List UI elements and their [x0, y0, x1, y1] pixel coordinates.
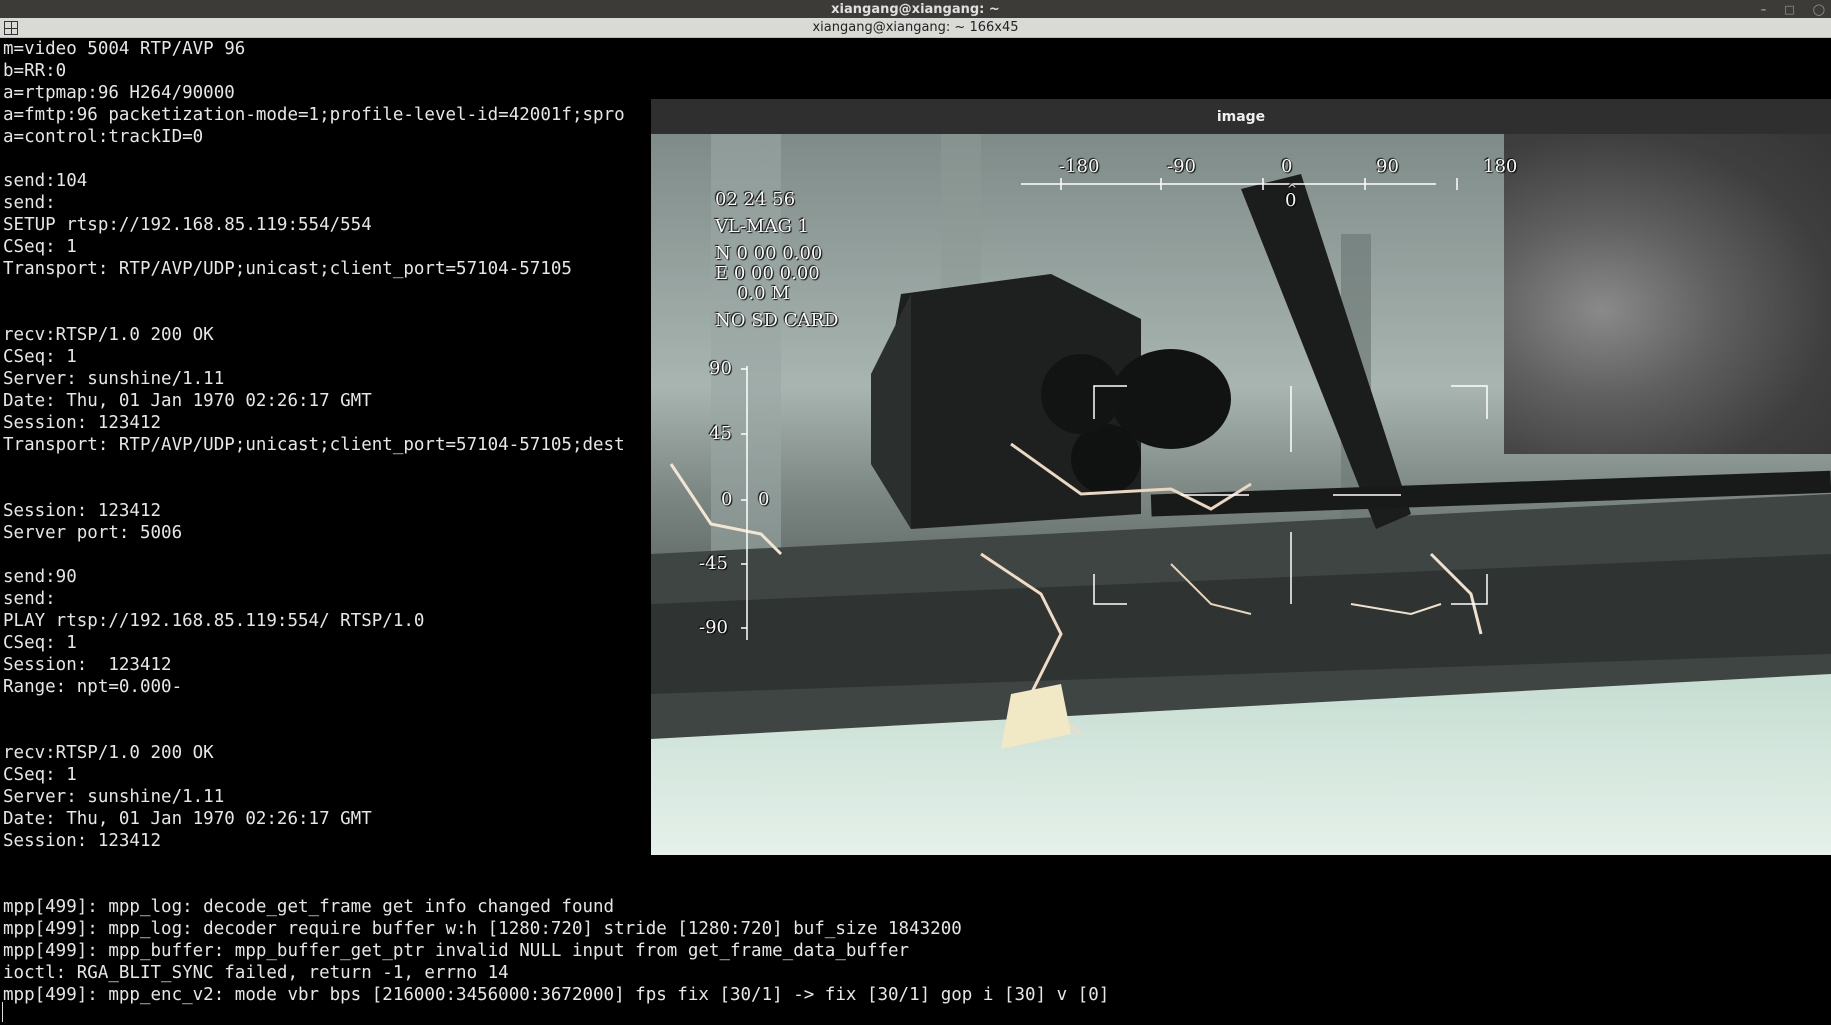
maximize-icon[interactable]: □ — [1784, 3, 1794, 16]
terminal-title-bar: xiangang@xiangang: ~ – □ ◯ — [0, 0, 1831, 18]
pitch-label-45: 45 — [709, 423, 732, 444]
terminal-line: mpp[499]: mpp_log: decoder require buffe… — [3, 919, 962, 939]
heading-value: 0 — [1285, 190, 1297, 211]
heading-label-m90: -90 — [1167, 156, 1196, 177]
terminal-window-title: xiangang@xiangang: ~ — [831, 1, 1000, 17]
osd-graphics — [741, 178, 1488, 640]
osd-north: N 0 00 0.00 — [715, 243, 823, 264]
new-tab-icon[interactable] — [4, 21, 18, 35]
terminal-line: mpp[499]: mpp_log: decode_get_frame get … — [3, 897, 615, 917]
osd-altitude: 0.0 M — [737, 283, 790, 304]
osd-east: E 0 00 0.00 — [715, 263, 820, 284]
pitch-label-0: 0 — [721, 489, 733, 510]
heading-label-180: 180 — [1483, 156, 1518, 177]
osd-time: 02 24 56 — [715, 189, 796, 210]
window-controls: – □ ◯ — [1761, 0, 1825, 18]
minimize-icon[interactable]: – — [1761, 3, 1767, 16]
osd-mag: VL-MAG 1 — [715, 216, 810, 237]
heading-label-90: 90 — [1376, 156, 1399, 177]
image-window-title-bar[interactable]: image — [651, 99, 1831, 134]
terminal-cursor — [2, 1002, 3, 1022]
pitch-label-90: 90 — [709, 358, 732, 379]
terminal-line: mpp[499]: mpp_enc_v2: mode vbr bps [2160… — [3, 985, 1110, 1005]
close-icon[interactable]: ◯ — [1813, 3, 1825, 16]
pitch-label-m45: -45 — [699, 553, 728, 574]
image-window[interactable]: image -180 -90 0 90 180 ^ 0 02 24 56 VL-… — [651, 99, 1831, 855]
terminal-line: mpp[499]: mpp_buffer: mpp_buffer_get_ptr… — [3, 941, 910, 961]
terminal-tab-title[interactable]: xiangang@xiangang: ~ 166x45 — [812, 20, 1018, 35]
heading-label-0: 0 — [1281, 156, 1293, 177]
pitch-label-m90: -90 — [699, 617, 728, 638]
osd-sd-status: NO SD CARD — [715, 310, 839, 331]
heading-label-m180: -180 — [1059, 156, 1100, 177]
pitch-value: 0 — [758, 489, 770, 510]
terminal-tab-bar: xiangang@xiangang: ~ 166x45 — [0, 18, 1831, 38]
terminal-line: ioctl: RGA_BLIT_SYNC failed, return -1, … — [3, 963, 509, 983]
camera-feed: -180 -90 0 90 180 ^ 0 02 24 56 VL-MAG 1 … — [651, 134, 1831, 855]
terminal-line: m=video 5004 RTP/AVP 96 — [3, 39, 246, 59]
terminal-line: b=RR:0 — [3, 61, 67, 81]
image-window-title: image — [1216, 108, 1266, 125]
